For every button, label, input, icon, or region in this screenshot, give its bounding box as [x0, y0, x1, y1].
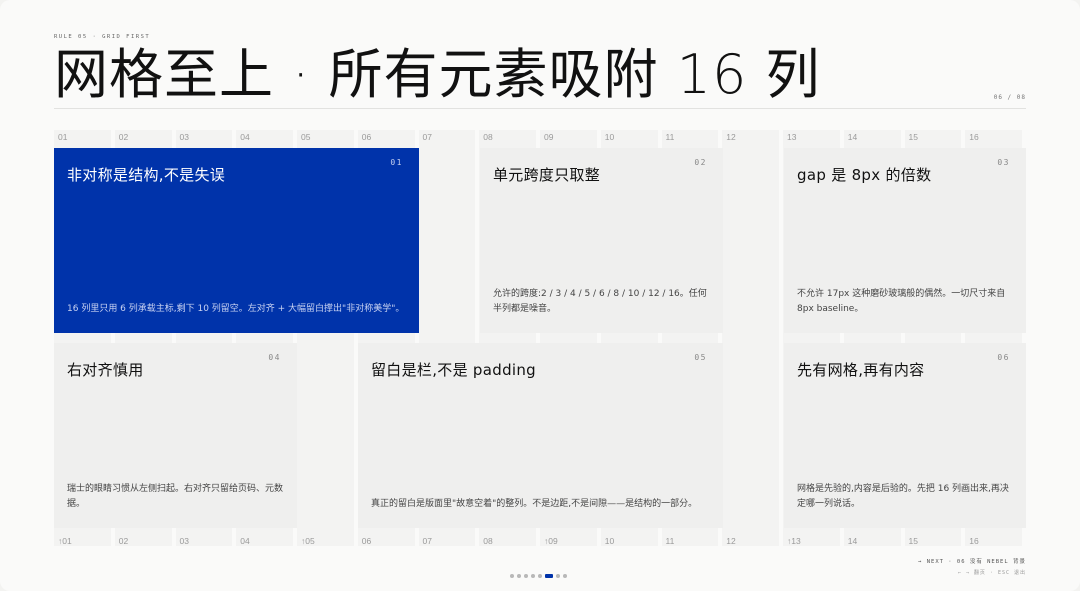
- grid-column-label-top: 05: [301, 132, 311, 142]
- card-body: 网格是先验的,内容是后验的。先把 16 列画出来,再决定哪一列说话。: [797, 484, 1009, 509]
- grid-column-label-top: 09: [544, 132, 554, 142]
- card-right-align: 04 右对齐慎用 瑞士的眼睛习惯从左侧扫起。右对齐只留给页码、元数据。: [54, 343, 297, 528]
- grid-column-label-top: 11: [665, 132, 675, 142]
- pagination-dot[interactable]: [510, 574, 514, 578]
- slide: RULE 05 · GRID FIRST 网格至上 · 所有元素吸附 16 列 …: [0, 0, 1080, 591]
- grid-column-label-bottom: 02: [118, 536, 129, 546]
- card-body: 16 列里只用 6 列承载主标,剩下 10 列留空。左对齐 + 大幅留白撑出"非…: [67, 304, 405, 314]
- pagination-dot[interactable]: [538, 574, 542, 578]
- card-body: 真正的留白是版面里"故意空着"的整列。不是边距,不是间隙——是结构的一部分。: [371, 499, 698, 509]
- pagination-dot[interactable]: [517, 574, 521, 578]
- grid-column-label-top: 07: [422, 132, 432, 142]
- title-divider: [54, 108, 1026, 109]
- grid-column-label-bottom: 11: [665, 536, 675, 546]
- pagination-dot[interactable]: [531, 574, 535, 578]
- pagination-dot[interactable]: [563, 574, 567, 578]
- card-title: gap 是 8px 的倍数: [797, 166, 932, 184]
- grid-column-label-bottom: 08: [483, 536, 493, 546]
- grid-column-label-bottom: 06: [361, 536, 372, 546]
- card-number: 06: [997, 353, 1010, 362]
- grid-column-label-top: 15: [908, 132, 918, 142]
- grid-column-label-top: 16: [969, 132, 979, 142]
- grid-column-label-bottom: 15: [908, 536, 918, 546]
- pagination: [510, 574, 567, 578]
- rule-label: RULE 05 · GRID FIRST: [54, 34, 151, 40]
- card-title: 右对齐慎用: [67, 361, 144, 379]
- card-whitespace: 05 留白是栏,不是 padding 真正的留白是版面里"故意空着"的整列。不是…: [358, 343, 723, 528]
- page-title: 网格至上 · 所有元素吸附 16 列: [54, 43, 821, 106]
- grid-column-label-top: 06: [361, 132, 372, 142]
- grid-column-label-top: 04: [240, 132, 250, 142]
- grid-column-label-top: 08: [483, 132, 493, 142]
- grid-column-label-bottom: 14: [847, 536, 858, 546]
- grid-column-label-bottom: 12: [726, 536, 736, 546]
- grid-column-label-bottom: 10: [604, 536, 615, 546]
- card-body: 瑞士的眼睛习惯从左侧扫起。右对齐只留给页码、元数据。: [67, 484, 284, 509]
- grid-column-label-top: 13: [787, 132, 797, 142]
- card-asymmetric: 01 非对称是结构,不是失误 16 列里只用 6 列承载主标,剩下 10 列留空…: [54, 148, 419, 333]
- grid-column-label-top: 14: [847, 132, 858, 142]
- keyboard-hint: ← → 翻页 · ESC 退出: [957, 570, 1026, 576]
- card-grid-first: 06 先有网格,再有内容 网格是先验的,内容是后验的。先把 16 列画出来,再决…: [784, 343, 1026, 528]
- grid-column-label-bottom: ↑13: [787, 536, 801, 546]
- next-slide-hint[interactable]: → NEXT · 06 没有 NEBEL 背景: [918, 557, 1026, 565]
- grid-column-label-bottom: 16: [969, 536, 979, 546]
- grid-area: 01 ↑01 02 02 03 03 04 04 05 ↑05 06 06 07 07 08 08 09 ↑09 1…: [54, 130, 1026, 546]
- pagination-dot[interactable]: [524, 574, 528, 578]
- card-number: 05: [694, 353, 707, 362]
- card-title: 非对称是结构,不是失误: [67, 166, 226, 184]
- card-body: 允许的跨度:2 / 3 / 4 / 5 / 6 / 8 / 10 / 12 / …: [493, 289, 707, 314]
- grid-column-label-top: 03: [179, 132, 189, 142]
- grid-column-label-top: 01: [58, 132, 68, 142]
- grid-column-label-bottom: 04: [240, 536, 250, 546]
- card-title: 单元跨度只取整: [493, 166, 601, 184]
- card-body: 不允许 17px 这种磨砂玻璃般的偶然。一切尺寸来自 8px baseline。: [797, 289, 1006, 314]
- page-counter: 06 / 08: [993, 94, 1026, 101]
- card-gap: 03 gap 是 8px 的倍数 不允许 17px 这种磨砂玻璃般的偶然。一切尺…: [784, 148, 1026, 333]
- grid-column-label-bottom: 03: [179, 536, 189, 546]
- grid-column-label-top: 02: [118, 132, 129, 142]
- grid-column-label-bottom: ↑09: [544, 536, 558, 546]
- card-number: 03: [997, 158, 1010, 167]
- grid-column-label-top: 12: [726, 132, 736, 142]
- card-title: 先有网格,再有内容: [797, 361, 925, 379]
- grid-column-label-bottom: ↑01: [58, 536, 72, 546]
- grid-column-label-bottom: 07: [422, 536, 432, 546]
- card-number: 01: [390, 158, 403, 167]
- card-span: 02 单元跨度只取整 允许的跨度:2 / 3 / 4 / 5 / 6 / 8 /…: [480, 148, 723, 333]
- pagination-dot-active[interactable]: [545, 574, 553, 578]
- card-number: 02: [694, 158, 707, 167]
- card-number: 04: [268, 353, 281, 362]
- pagination-dot[interactable]: [556, 574, 560, 578]
- card-title: 留白是栏,不是 padding: [371, 361, 536, 379]
- grid-column-label-top: 10: [604, 132, 615, 142]
- grid-column-label-bottom: ↑05: [301, 536, 315, 546]
- grid-column-stripe: [722, 130, 779, 546]
